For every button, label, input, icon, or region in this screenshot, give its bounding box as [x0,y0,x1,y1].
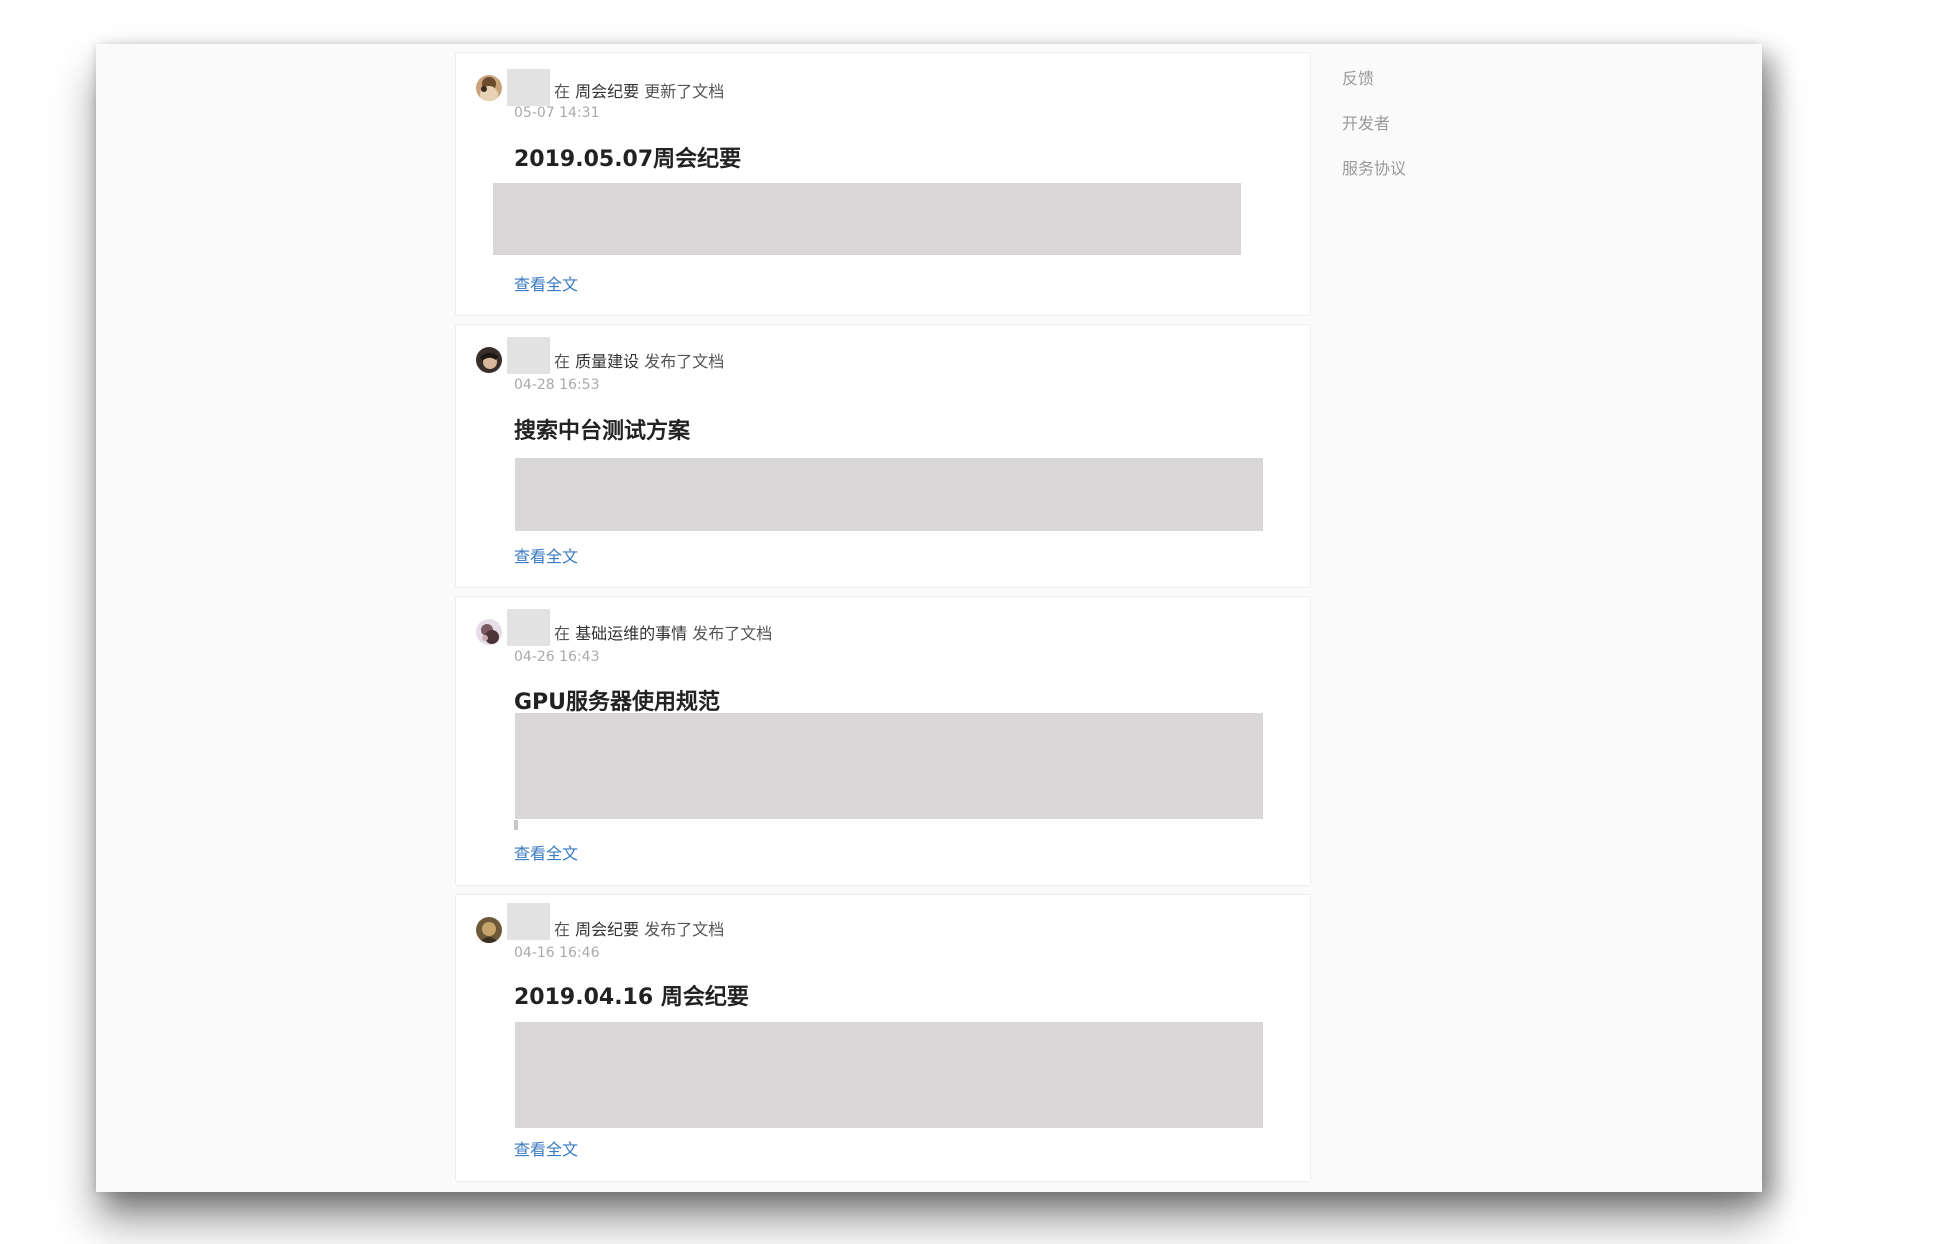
activity-text: 在 周会纪要 发布了文档 [554,916,724,940]
avatar[interactable] [476,75,502,101]
text-fragment [514,820,518,830]
feed-card: 在 周会纪要 更新了文档 05-07 14:31 2019.05.07周会纪要 … [455,52,1311,316]
timestamp: 05-07 14:31 [514,105,600,121]
preposition: 在 [554,624,571,643]
space-link[interactable]: 基础运维的事情 [575,624,687,643]
author-name-redacted[interactable] [507,337,550,374]
avatar[interactable] [476,347,502,373]
preposition: 在 [554,920,571,939]
doc-title[interactable]: 搜索中台测试方案 [514,413,690,445]
space-link[interactable]: 质量建设 [575,352,639,371]
doc-title[interactable]: 2019.05.07周会纪要 [514,141,741,173]
doc-title[interactable]: 2019.04.16 周会纪要 [514,979,749,1011]
activity-text: 在 周会纪要 更新了文档 [554,78,724,102]
author-name-redacted[interactable] [507,903,550,940]
read-more-link[interactable]: 查看全文 [514,1136,578,1160]
action-text: 发布了文档 [644,352,725,371]
developer-link[interactable]: 开发者 [1342,109,1406,154]
preposition: 在 [554,352,571,371]
redacted-content [515,713,1263,819]
redacted-content [515,1022,1263,1128]
sidebar-links: 反馈 开发者 服务协议 [1342,64,1406,199]
author-name-redacted[interactable] [507,609,550,646]
action-text: 发布了文档 [644,920,725,939]
action-text: 更新了文档 [644,82,725,101]
space-link[interactable]: 周会纪要 [575,920,639,939]
timestamp: 04-28 16:53 [514,377,600,393]
author-name-redacted[interactable] [507,69,550,106]
timestamp: 04-16 16:46 [514,945,600,961]
feed-card: 在 质量建设 发布了文档 04-28 16:53 搜索中台测试方案 查看全文 [455,324,1311,588]
feed-card: 在 周会纪要 发布了文档 04-16 16:46 2019.04.16 周会纪要… [455,894,1311,1182]
redacted-content [493,183,1241,255]
redacted-content [515,458,1263,531]
feed-card: 在 基础运维的事情 发布了文档 04-26 16:43 GPU服务器使用规范 查… [455,596,1311,886]
app-window: 在 周会纪要 更新了文档 05-07 14:31 2019.05.07周会纪要 … [96,44,1762,1192]
timestamp: 04-26 16:43 [514,649,600,665]
space-link[interactable]: 周会纪要 [575,82,639,101]
read-more-link[interactable]: 查看全文 [514,840,578,864]
terms-link[interactable]: 服务协议 [1342,154,1406,199]
preposition: 在 [554,82,571,101]
read-more-link[interactable]: 查看全文 [514,271,578,295]
feedback-link[interactable]: 反馈 [1342,64,1406,109]
activity-text: 在 质量建设 发布了文档 [554,348,724,372]
doc-title[interactable]: GPU服务器使用规范 [514,684,720,716]
avatar[interactable] [476,619,502,645]
read-more-link[interactable]: 查看全文 [514,543,578,567]
activity-text: 在 基础运维的事情 发布了文档 [554,620,772,644]
avatar[interactable] [476,917,502,943]
action-text: 发布了文档 [692,624,773,643]
